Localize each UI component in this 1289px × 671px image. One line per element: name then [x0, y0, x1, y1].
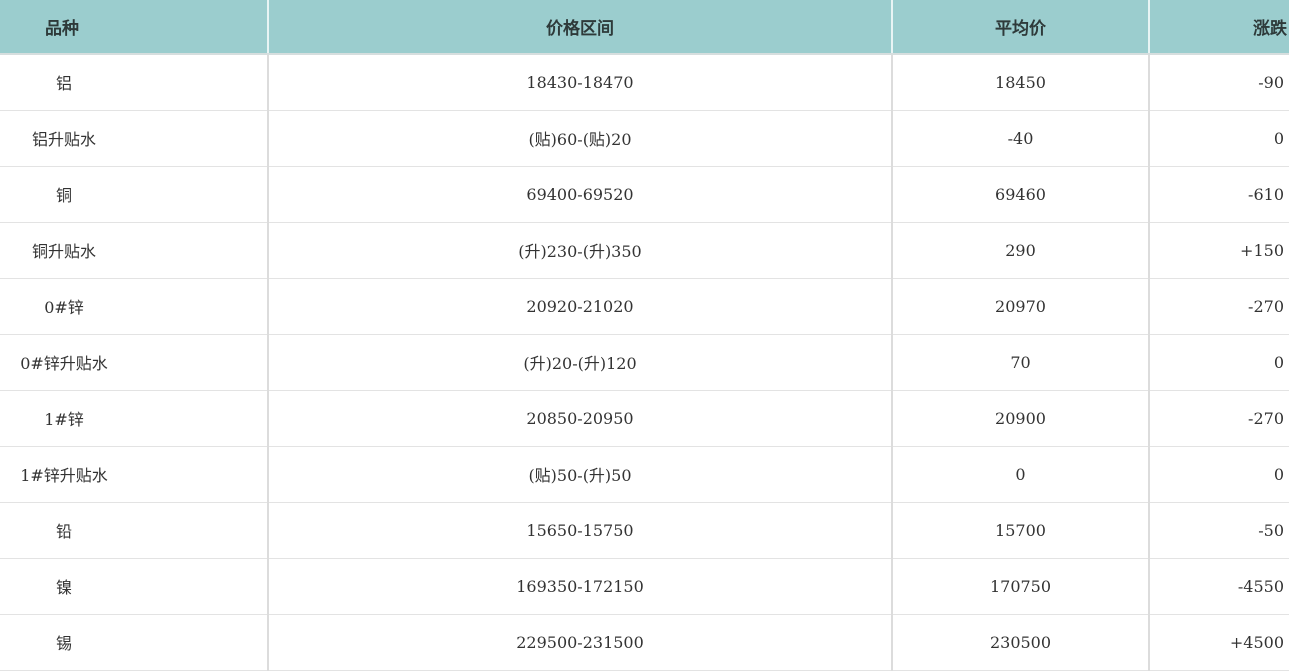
- cell-change: +4500: [1149, 614, 1289, 671]
- header-row: 品种 价格区间 平均价 涨跌: [0, 0, 1289, 55]
- change-value: -50: [1258, 520, 1284, 540]
- change-value: 0: [1273, 352, 1284, 372]
- header-change: 涨跌: [1149, 0, 1289, 55]
- cell-price-range: 20920-21020: [268, 278, 893, 335]
- header-price-range: 价格区间: [268, 0, 893, 55]
- cell-price-range: 69400-69520: [268, 166, 893, 223]
- cell-change: -4550: [1149, 558, 1289, 615]
- cell-price-range: 169350-172150: [268, 558, 893, 615]
- cell-price-range: (升)20-(升)120: [268, 334, 893, 391]
- cell-average-price: 15700: [892, 502, 1150, 559]
- cell-average-price: 69460: [892, 166, 1150, 223]
- table-row: 铝 18430-18470 18450 -90: [0, 54, 1289, 111]
- cell-change: -270: [1149, 278, 1289, 335]
- cell-change: -270: [1149, 390, 1289, 447]
- cell-price-range: 15650-15750: [268, 502, 893, 559]
- cell-variety: 0#锌升贴水: [0, 334, 269, 391]
- cell-average-price: 290: [892, 222, 1150, 279]
- variety-label: 铜: [55, 186, 72, 205]
- cell-price-range: (贴)50-(升)50: [268, 446, 893, 503]
- change-value: +150: [1240, 240, 1284, 260]
- table-row: 铜 69400-69520 69460 -610: [0, 166, 1289, 223]
- change-value: -270: [1248, 296, 1284, 316]
- change-value: -90: [1258, 72, 1284, 92]
- cell-average-price: 20900: [892, 390, 1150, 447]
- cell-change: 0: [1149, 446, 1289, 503]
- table-row: 铅 15650-15750 15700 -50: [0, 502, 1289, 559]
- cell-change: -90: [1149, 54, 1289, 111]
- cell-variety: 1#锌: [0, 390, 269, 447]
- change-value: 0: [1273, 128, 1284, 148]
- variety-label: 0#锌: [44, 298, 84, 317]
- header-average-price: 平均价: [892, 0, 1150, 55]
- cell-variety: 铅: [0, 502, 269, 559]
- cell-average-price: 20970: [892, 278, 1150, 335]
- cell-price-range: 18430-18470: [268, 54, 893, 111]
- cell-change: 0: [1149, 110, 1289, 167]
- table-row: 1#锌 20850-20950 20900 -270: [0, 390, 1289, 447]
- table-row: 镍 169350-172150 170750 -4550: [0, 558, 1289, 615]
- change-value: -610: [1248, 184, 1284, 204]
- cell-average-price: 70: [892, 334, 1150, 391]
- cell-price-range: 229500-231500: [268, 614, 893, 671]
- change-value: 0: [1273, 464, 1284, 484]
- cell-average-price: 170750: [892, 558, 1150, 615]
- cell-variety: 0#锌: [0, 278, 269, 335]
- price-table: 品种 价格区间 平均价 涨跌 铝 18430-18470 18450 -90 铝升贴水 (…: [0, 0, 1289, 671]
- cell-variety: 铝: [0, 54, 269, 111]
- variety-label: 铝升贴水: [31, 130, 96, 149]
- cell-variety: 铜: [0, 166, 269, 223]
- cell-change: 0: [1149, 334, 1289, 391]
- variety-label: 锡: [55, 634, 72, 653]
- change-value: -270: [1248, 408, 1284, 428]
- cell-change: +150: [1149, 222, 1289, 279]
- cell-average-price: 0: [892, 446, 1150, 503]
- cell-average-price: 230500: [892, 614, 1150, 671]
- variety-label: 0#锌升贴水: [20, 354, 108, 373]
- table-row: 铜升贴水 (升)230-(升)350 290 +150: [0, 222, 1289, 279]
- variety-label: 镍: [55, 578, 72, 597]
- variety-label: 铜升贴水: [31, 242, 96, 261]
- change-value: -4550: [1237, 576, 1284, 596]
- header-variety: 品种: [0, 0, 269, 55]
- table-row: 0#锌 20920-21020 20970 -270: [0, 278, 1289, 335]
- cell-average-price: -40: [892, 110, 1150, 167]
- cell-variety: 1#锌升贴水: [0, 446, 269, 503]
- variety-label: 1#锌升贴水: [20, 466, 108, 485]
- cell-variety: 铝升贴水: [0, 110, 269, 167]
- variety-label: 铅: [55, 522, 72, 541]
- cell-average-price: 18450: [892, 54, 1150, 111]
- table-row: 铝升贴水 (贴)60-(贴)20 -40 0: [0, 110, 1289, 167]
- variety-label: 1#锌: [44, 410, 84, 429]
- cell-price-range: (升)230-(升)350: [268, 222, 893, 279]
- cell-variety: 锡: [0, 614, 269, 671]
- change-value: +4500: [1229, 632, 1284, 652]
- table-row: 锡 229500-231500 230500 +4500: [0, 614, 1289, 671]
- table-row: 1#锌升贴水 (贴)50-(升)50 0 0: [0, 446, 1289, 503]
- cell-price-range: 20850-20950: [268, 390, 893, 447]
- cell-variety: 铜升贴水: [0, 222, 269, 279]
- cell-price-range: (贴)60-(贴)20: [268, 110, 893, 167]
- variety-label: 铝: [55, 74, 72, 94]
- cell-change: -50: [1149, 502, 1289, 559]
- table-row: 0#锌升贴水 (升)20-(升)120 70 0: [0, 334, 1289, 391]
- cell-change: -610: [1149, 166, 1289, 223]
- cell-variety: 镍: [0, 558, 269, 615]
